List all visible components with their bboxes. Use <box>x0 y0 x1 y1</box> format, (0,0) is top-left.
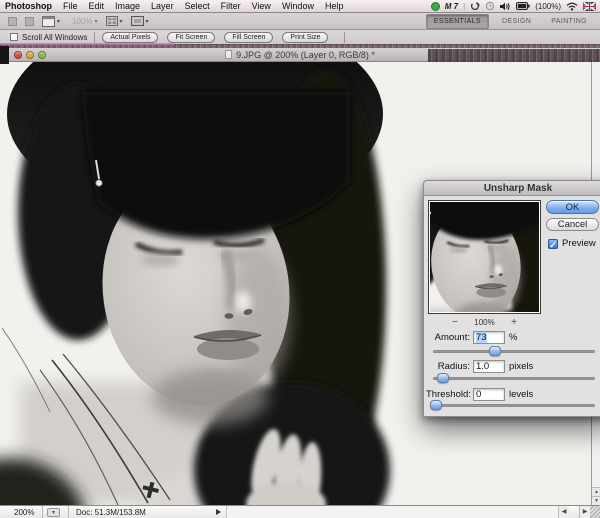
document-title: 9.JPG @ 200% (Layer 0, RGB/8) * <box>236 50 375 60</box>
document-icon <box>225 50 232 59</box>
menu-file[interactable]: File <box>63 1 78 11</box>
threshold-slider-thumb[interactable] <box>430 400 442 410</box>
menu-filter[interactable]: Filter <box>221 1 241 11</box>
menu-edit[interactable]: Edit <box>89 1 105 11</box>
left-edge-sliver <box>0 46 9 64</box>
bridge-launch-icon[interactable] <box>25 17 34 26</box>
battery-icon[interactable] <box>516 2 530 10</box>
radius-slider[interactable] <box>433 373 595 383</box>
preview-checkbox[interactable]: ✓ <box>548 239 558 249</box>
threshold-unit: levels <box>509 389 533 400</box>
scroll-all-windows-label: Scroll All Windows <box>22 33 87 42</box>
radius-row: Radius: 1.0 pixels <box>426 359 533 373</box>
screen-mode-icon[interactable]: ▾ <box>131 16 149 26</box>
radius-unit: pixels <box>509 361 533 372</box>
cancel-button[interactable]: Cancel <box>546 218 599 231</box>
document-size-readout[interactable]: Doc: 51.3M/153.8M <box>76 508 146 517</box>
workspace-painting[interactable]: PAINTING <box>544 15 594 28</box>
radius-slider-track[interactable] <box>433 377 595 380</box>
menu-select[interactable]: Select <box>185 1 210 11</box>
battery-percent: (100%) <box>535 2 561 11</box>
status-flyout-arrow-icon[interactable] <box>216 509 221 515</box>
threshold-label: Threshold: <box>426 389 470 400</box>
minimize-button[interactable] <box>26 51 34 59</box>
radius-label: Radius: <box>426 361 470 372</box>
zoom-in-button[interactable]: + <box>511 317 517 328</box>
arrange-documents-icon[interactable]: ▾ <box>106 16 123 26</box>
zoom-out-button[interactable]: − <box>452 317 458 328</box>
options-divider <box>344 32 345 43</box>
menu-photoshop[interactable]: Photoshop <box>5 1 52 11</box>
threshold-slider-track[interactable] <box>433 404 595 407</box>
wifi-icon[interactable] <box>566 2 578 11</box>
menu-layer[interactable]: Layer <box>151 1 174 11</box>
menu-view[interactable]: View <box>252 1 271 11</box>
amount-unit: % <box>509 332 517 343</box>
application-bar: ▾ 100%▾ ▾ ▾ ESSENTIALS DESIGN PAINTING <box>0 13 600 30</box>
ok-button[interactable]: OK <box>546 200 599 214</box>
amount-input[interactable]: 73 <box>473 331 505 344</box>
options-divider <box>94 32 95 43</box>
unsharp-mask-dialog: Unsharp Mask − 100% + Amount: 73 % Radiu… <box>423 180 600 417</box>
scroll-right-arrow[interactable]: ▶ <box>579 506 590 518</box>
amount-slider-track[interactable] <box>433 350 595 353</box>
fit-screen-button[interactable]: Fit Screen <box>167 32 215 43</box>
amount-slider-thumb[interactable] <box>489 346 501 356</box>
menu-window[interactable]: Window <box>282 1 314 11</box>
sync-icon[interactable] <box>470 1 480 11</box>
menu-bar: Photoshop File Edit Image Layer Select F… <box>0 0 600 13</box>
status-zoom-level[interactable]: 200% <box>14 508 34 517</box>
actual-pixels-button[interactable]: Actual Pixels <box>102 32 158 43</box>
print-size-button[interactable]: Print Size <box>282 32 328 43</box>
scroll-all-windows-checkbox[interactable] <box>10 33 18 41</box>
scroll-left-arrow[interactable]: ◀ <box>558 506 569 518</box>
fill-screen-button[interactable]: Fill Screen <box>224 32 273 43</box>
status-bar: 200% ▾ Doc: 51.3M/153.8M ◀ ▶ <box>0 505 600 518</box>
zoom-window-button[interactable] <box>38 51 46 59</box>
resize-grip[interactable] <box>590 506 600 518</box>
amount-slider[interactable] <box>433 346 595 356</box>
status-divider <box>68 506 69 518</box>
preview-zoom-controls: − 100% + <box>428 316 541 328</box>
menubar-divider: | <box>463 2 465 11</box>
status-info-badge[interactable]: ▾ <box>47 508 60 517</box>
photoshop-screen: Photoshop File Edit Image Layer Select F… <box>0 0 600 518</box>
threshold-input[interactable]: 0 <box>473 388 505 401</box>
radius-slider-thumb[interactable] <box>437 373 449 383</box>
workspace-essentials[interactable]: ESSENTIALS <box>426 14 489 29</box>
status-divider <box>42 506 43 518</box>
green-orb-icon[interactable] <box>431 2 440 11</box>
menu-image[interactable]: Image <box>115 1 140 11</box>
titlebar-artifact-band <box>428 49 600 62</box>
preview-thumbnail-image <box>430 202 539 312</box>
preview-checkbox-label: Preview <box>562 238 596 249</box>
mini-bridge-icon[interactable]: ▾ <box>42 16 60 27</box>
speaker-icon[interactable] <box>500 2 511 11</box>
zoom-level-dropdown[interactable]: 100%▾ <box>72 17 97 26</box>
dialog-title[interactable]: Unsharp Mask <box>424 181 600 196</box>
ps-app-icon[interactable] <box>8 17 17 26</box>
keyboard-indicator[interactable]: M 7 <box>445 2 458 11</box>
close-button[interactable] <box>14 51 22 59</box>
horizontal-scrollbar[interactable] <box>226 506 569 518</box>
threshold-slider[interactable] <box>433 400 595 410</box>
radius-input[interactable]: 1.0 <box>473 360 505 373</box>
scroll-up-arrow[interactable]: ▲ <box>592 487 600 496</box>
clock-icon[interactable] <box>485 1 495 11</box>
screen-artifact-line <box>0 43 175 45</box>
preview-toggle-row: ✓ Preview <box>548 238 596 249</box>
workspace-design[interactable]: DESIGN <box>495 15 538 28</box>
menu-help[interactable]: Help <box>325 1 344 11</box>
amount-row: Amount: 73 % <box>426 330 517 344</box>
keyboard-flag-icon[interactable] <box>583 2 596 11</box>
threshold-row: Threshold: 0 levels <box>426 387 533 401</box>
dialog-preview-thumbnail[interactable] <box>428 200 541 314</box>
amount-label: Amount: <box>426 332 470 343</box>
scroll-down-arrow[interactable]: ▼ <box>592 496 600 505</box>
preview-zoom-level: 100% <box>474 318 494 327</box>
